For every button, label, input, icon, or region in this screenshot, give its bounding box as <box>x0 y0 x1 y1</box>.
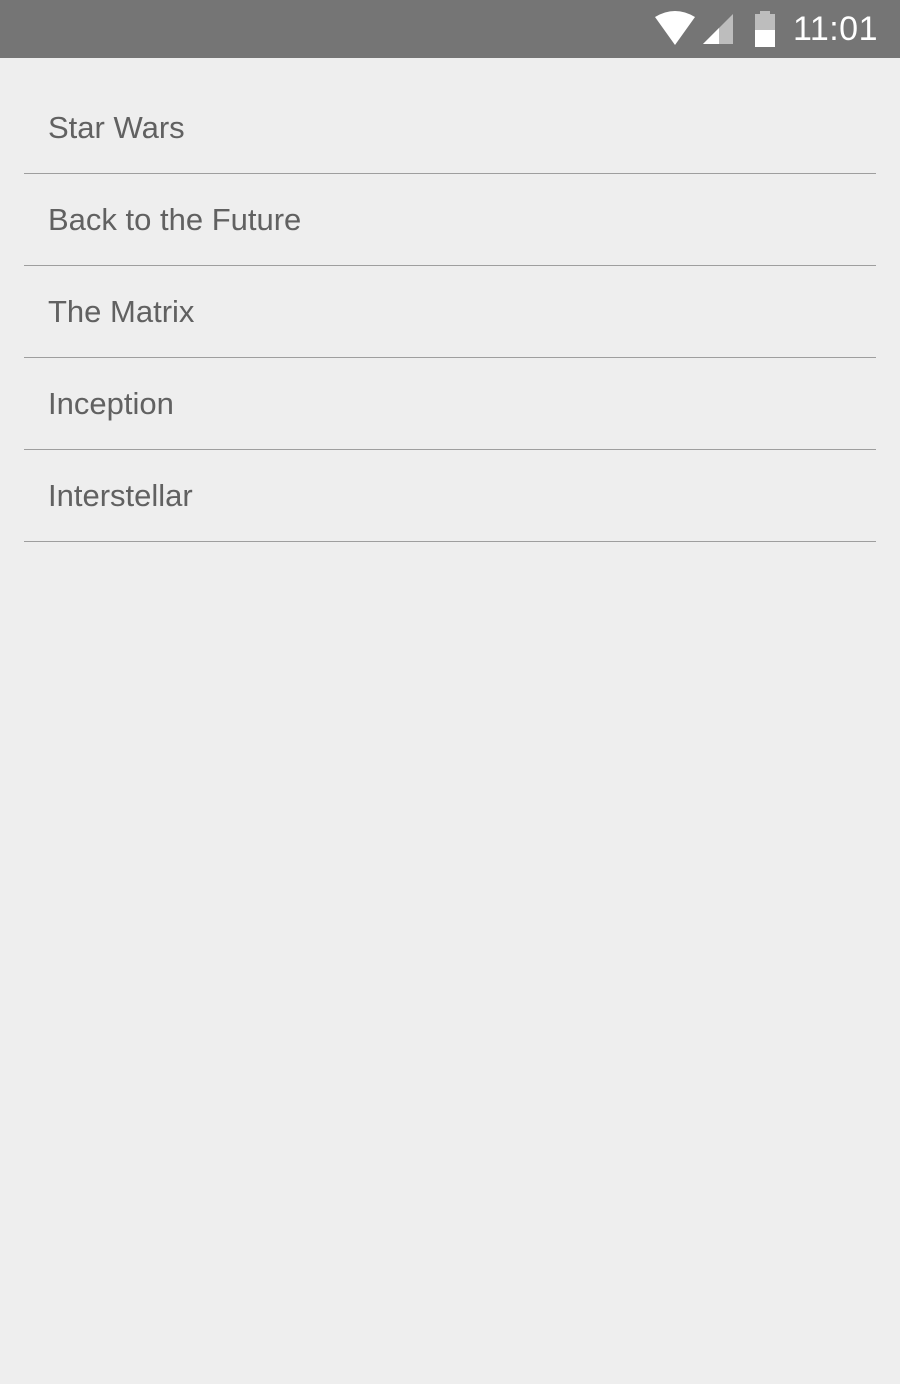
list-item-label: Interstellar <box>48 477 193 513</box>
list-item[interactable]: Back to the Future <box>24 174 876 266</box>
status-bar: 11:01 <box>0 0 900 58</box>
list-item-label: Inception <box>48 385 174 421</box>
list-item-label: The Matrix <box>48 293 195 329</box>
list-item[interactable]: Interstellar <box>24 450 876 542</box>
battery-icon <box>754 11 775 47</box>
cell-signal-icon <box>702 14 733 44</box>
wifi-icon <box>654 11 695 45</box>
list-item-label: Back to the Future <box>48 201 302 237</box>
list-item[interactable]: Inception <box>24 358 876 450</box>
status-icons: 11:01 <box>653 10 878 49</box>
status-time: 11:01 <box>792 9 878 48</box>
list-item-label: Star Wars <box>48 109 185 145</box>
movie-list: Star Wars Back to the Future The Matrix … <box>24 82 876 542</box>
list-item[interactable]: The Matrix <box>24 266 876 358</box>
list-item[interactable]: Star Wars <box>24 82 876 174</box>
